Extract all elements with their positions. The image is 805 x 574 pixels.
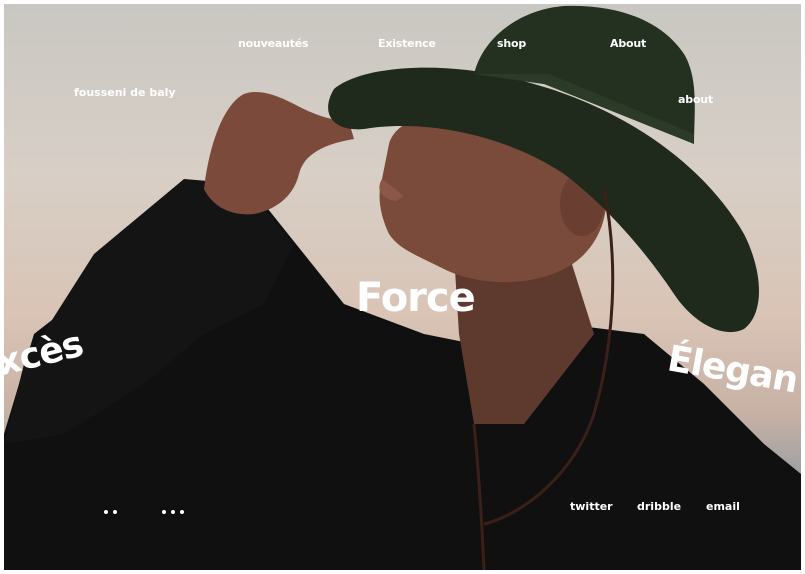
carousel-dots-b[interactable] <box>162 510 184 514</box>
carousel-dot[interactable] <box>171 510 175 514</box>
social-link-twitter[interactable]: twitter <box>570 500 613 513</box>
nav-item-about[interactable]: About <box>610 37 646 50</box>
carousel-dots-a[interactable] <box>104 510 117 514</box>
secondary-about-link[interactable]: about <box>678 93 713 106</box>
carousel-dot[interactable] <box>104 510 108 514</box>
social-link-email[interactable]: email <box>706 500 740 513</box>
hero-word-center: Force <box>356 275 476 321</box>
nav-item-nouveautes[interactable]: nouveautés <box>238 37 309 50</box>
nav-item-shop[interactable]: shop <box>497 37 526 50</box>
carousel-dot[interactable] <box>113 510 117 514</box>
carousel-dot[interactable] <box>162 510 166 514</box>
social-link-dribble[interactable]: dribble <box>637 500 681 513</box>
carousel-dot[interactable] <box>180 510 184 514</box>
hero-stage: fousseni de baly nouveautés Existence sh… <box>4 4 801 570</box>
brand-logo[interactable]: fousseni de baly <box>74 86 176 99</box>
nav-item-existence[interactable]: Existence <box>378 37 436 50</box>
